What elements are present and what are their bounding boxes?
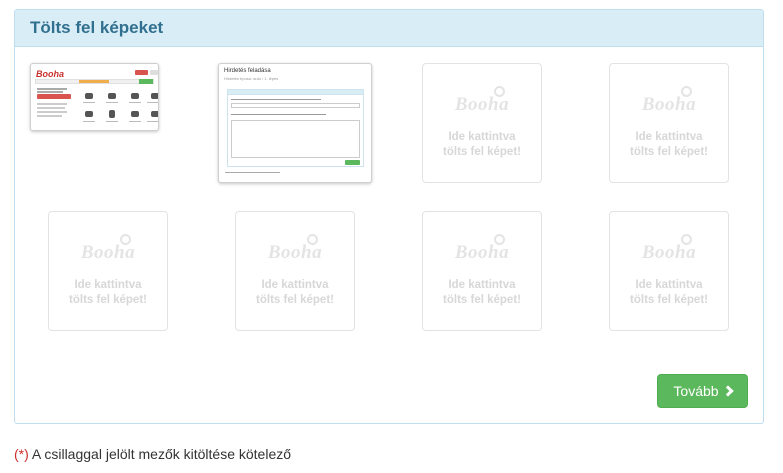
booha-logo-watermark: Booha xyxy=(454,242,510,263)
thumb-text-line xyxy=(37,107,65,109)
thumb-top-button xyxy=(150,70,158,75)
thumb-form-button xyxy=(345,160,360,165)
thumb-category-icon xyxy=(109,110,115,118)
thumb-text-line xyxy=(37,103,67,105)
upload-slot-7[interactable]: Booha Ide kattintva tölts fel képet! xyxy=(422,211,542,331)
thumb-category-label xyxy=(106,102,118,103)
next-button-label: Tovább xyxy=(673,383,719,399)
uploaded-image-2[interactable]: Hirdetés feladása Hirdetés típusa: autó … xyxy=(218,63,372,183)
next-button[interactable]: Tovább xyxy=(657,374,748,408)
booha-logo-watermark: Booha xyxy=(641,94,697,115)
thumb-category-label xyxy=(83,121,95,122)
thumb-text-line xyxy=(37,115,62,117)
upload-slot-5[interactable]: Booha Ide kattintva tölts fel képet! xyxy=(48,211,168,331)
thumb-form-box-header xyxy=(228,90,363,95)
thumb-red-button xyxy=(37,94,71,99)
thumb-text-line xyxy=(231,99,321,100)
booha-logo-watermark: Booha xyxy=(641,242,697,263)
thumb-form-input xyxy=(231,103,360,108)
chevron-right-icon xyxy=(721,385,734,397)
upload-hint: Ide kattintva tölts fel képet! xyxy=(69,279,147,306)
thumb-category-label xyxy=(147,102,158,103)
booha-logo-watermark: Booha xyxy=(454,94,510,115)
thumb-text-line xyxy=(37,91,63,93)
thumb-category-icon xyxy=(85,93,93,99)
required-fields-note: (*) A csillaggal jelölt mezők kitöltése … xyxy=(14,446,291,462)
upload-hint: Ide kattintva tölts fel képet! xyxy=(443,279,521,306)
upload-hint: Ide kattintva tölts fel képet! xyxy=(630,279,708,306)
thumb-text-line xyxy=(231,114,326,115)
thumb-text-line xyxy=(225,172,280,173)
panel-header: Tölts fel képeket xyxy=(15,10,763,47)
thumb-category-icon xyxy=(85,111,93,117)
thumb-text-line xyxy=(37,111,67,113)
thumb-category-icon xyxy=(108,93,116,99)
upload-slot-4[interactable]: Booha Ide kattintva tölts fel képet! xyxy=(609,63,729,183)
thumb-category-icon xyxy=(151,111,158,117)
thumb-category-label xyxy=(129,121,141,122)
upload-hint: Ide kattintva tölts fel képet! xyxy=(443,131,521,158)
upload-slot-6[interactable]: Booha Ide kattintva tölts fel képet! xyxy=(235,211,355,331)
thumb-category-icon xyxy=(151,93,158,99)
thumb-form-title: Hirdetés feladása xyxy=(224,68,271,74)
upload-slot-3[interactable]: Booha Ide kattintva tölts fel képet! xyxy=(422,63,542,183)
thumb-search-highlight xyxy=(79,80,109,83)
thumb-form-subtitle: Hirdetés típusa: autó / 1. lépés xyxy=(224,76,279,81)
upload-hint: Ide kattintva tölts fel képet! xyxy=(256,279,334,306)
thumb-category-label xyxy=(147,121,158,122)
thumb-category-icon xyxy=(131,93,139,99)
thumb-category-label xyxy=(106,121,118,122)
uploaded-image-1[interactable]: Booha xyxy=(30,63,159,131)
upload-hint: Ide kattintva tölts fel képet! xyxy=(630,131,708,158)
thumb-category-label xyxy=(129,102,141,103)
required-marker: (*) xyxy=(14,446,29,462)
thumb-top-button xyxy=(135,70,148,75)
required-note-text: A csillaggal jelölt mezők kitöltése köte… xyxy=(28,446,292,462)
booha-logo-watermark: Booha xyxy=(267,242,323,263)
thumb-form-textarea xyxy=(231,120,360,158)
booha-logo-watermark: Booha xyxy=(80,242,136,263)
thumb-search-button xyxy=(139,79,153,84)
panel-title: Tölts fel képeket xyxy=(30,18,164,37)
thumb-text-line xyxy=(37,88,67,90)
thumb-form-box xyxy=(227,89,364,167)
thumb-category-label xyxy=(83,102,95,103)
upload-slot-8[interactable]: Booha Ide kattintva tölts fel képet! xyxy=(609,211,729,331)
thumb-category-icon xyxy=(131,111,139,117)
thumb-booha-logo: Booha xyxy=(36,69,64,79)
